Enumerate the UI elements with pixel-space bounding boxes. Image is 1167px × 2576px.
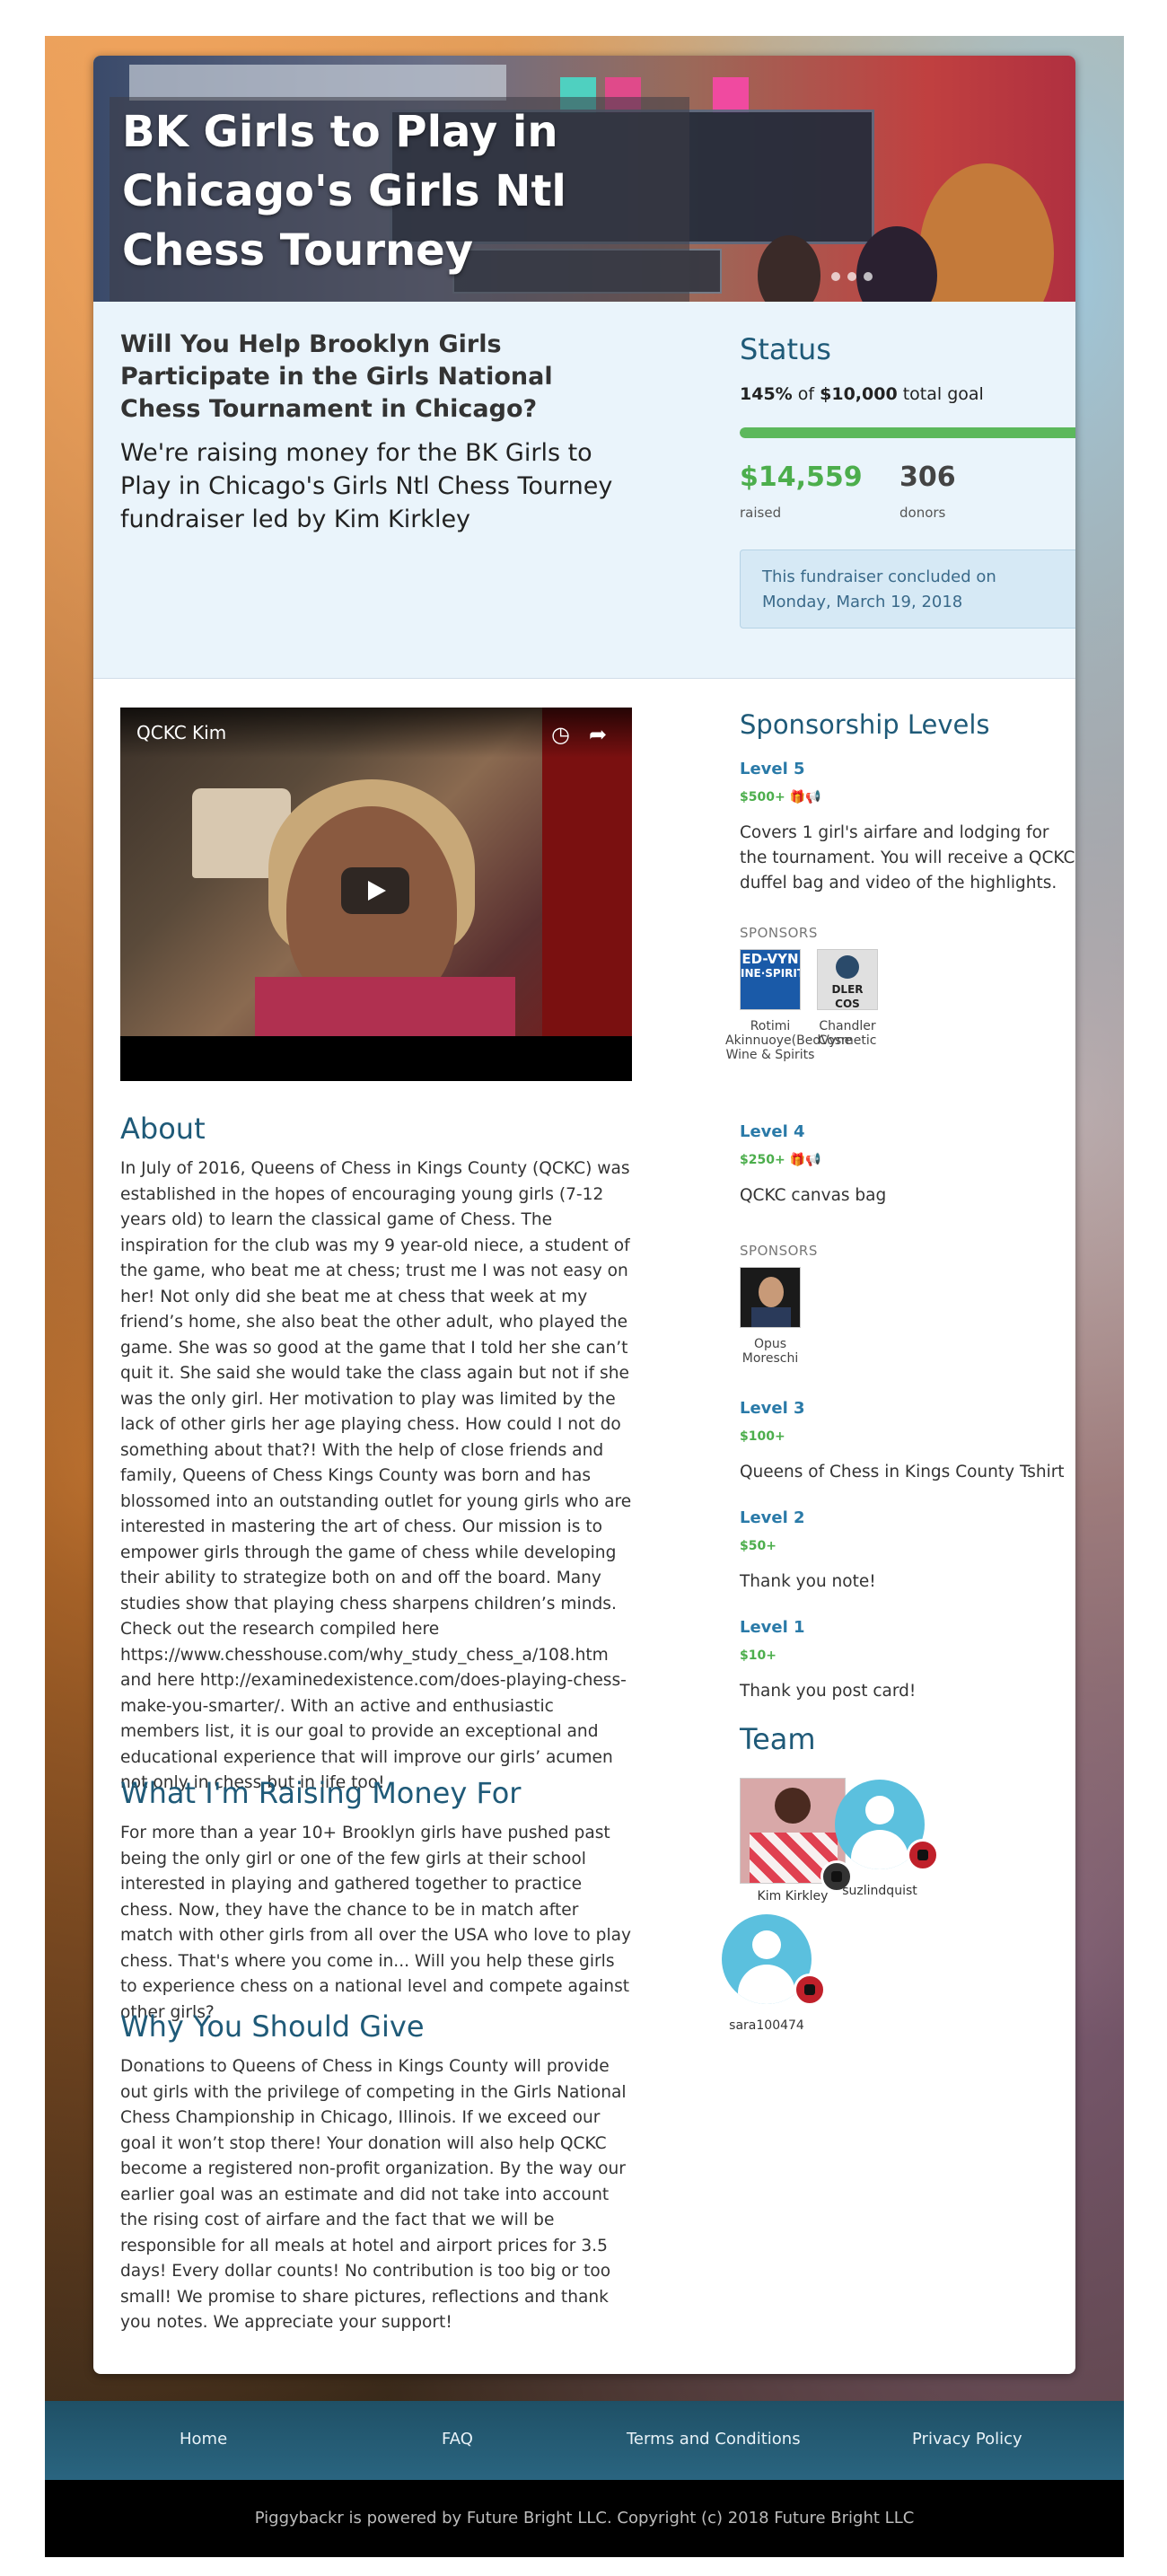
summary-panel: Will You Help Brooklyn Girls Participate… <box>93 302 1075 679</box>
video-player[interactable]: QCKC Kim ◷ ➦ <box>120 708 632 1081</box>
level-3-description: Queens of Chess in Kings County Tshirt <box>740 1463 1065 1481</box>
level-3-name: Level 3 <box>740 1399 805 1418</box>
level-5-name: Level 5 <box>740 760 805 778</box>
footer-link-terms[interactable]: Terms and Conditions <box>627 2430 801 2449</box>
sponsor-logo: ED-VYN INE·SPIRIT <box>740 949 801 1010</box>
sponsor-name: Opus Moreschi <box>741 1337 799 1366</box>
level-2-price: $50+ <box>740 1539 777 1553</box>
level-2-description: Thank you note! <box>740 1572 876 1591</box>
goal-progress-bar <box>740 427 1075 438</box>
goal-suffix: total goal <box>902 384 984 404</box>
play-button[interactable] <box>341 867 409 914</box>
sponsor-name: Rotimi Akinnuoye(BedVyne Wine & Spirits <box>725 1019 853 1062</box>
footer-link-privacy[interactable]: Privacy Policy <box>912 2430 1022 2449</box>
raised-amount: $14,559 <box>740 462 863 493</box>
raising-text: For more than a year 10+ Brooklyn girls … <box>120 1824 632 2022</box>
clock-icon[interactable]: ◷ <box>551 722 570 747</box>
level-5-sponsors-label: SPONSORS <box>740 925 818 941</box>
why-heading: Why You Should Give <box>120 2009 425 2044</box>
hero-banner: BK Girls to Play in Chicago's Girls Ntl … <box>93 56 1075 302</box>
share-icon[interactable]: ➦ <box>589 722 607 747</box>
team-heading: Team <box>740 1722 816 1756</box>
sponsor-logo-text: DLER COS <box>831 983 864 1010</box>
hero-photo-person <box>758 235 820 302</box>
gift-icon: 🎁 <box>789 790 806 804</box>
team-member-kim[interactable]: Kim Kirkley <box>740 1778 853 1903</box>
chandler-logo-mark <box>836 955 859 979</box>
goal-amount: $10,000 <box>820 384 898 404</box>
sponsor-bedvyne[interactable]: ED-VYN INE·SPIRIT Rotimi Akinnuoye(BedVy… <box>725 949 853 1062</box>
sponsor-avatar <box>740 1267 801 1328</box>
hero-photo-person <box>919 163 1054 302</box>
campaign-description: We're raising money for the BK Girls to … <box>120 439 613 533</box>
sponsor-avatar-face <box>759 1277 784 1307</box>
video-title[interactable]: QCKC Kim <box>136 722 226 743</box>
raising-heading: What I'm Raising Money For <box>120 1776 522 1810</box>
team-member-name: sara100474 <box>729 2018 804 2033</box>
megaphone-icon: 📢 <box>805 790 821 804</box>
team-member-suzlindquist[interactable]: suzlindquist <box>835 1780 939 1898</box>
sponsor-chandler[interactable]: DLER COS Chandler Cosmetic <box>803 949 892 1048</box>
level-1-price: $10+ <box>740 1648 777 1663</box>
campaign-title: BK Girls to Play in Chicago's Girls Ntl … <box>122 107 566 276</box>
goal-progress-fill <box>740 427 1075 438</box>
team-member-sara100474[interactable]: sara100474 <box>722 1914 826 2033</box>
gift-icon: 🎁 <box>789 1153 806 1167</box>
footer-nav: Home FAQ Terms and Conditions Privacy Po… <box>45 2401 1124 2480</box>
hero-photo-detail <box>713 77 749 113</box>
sponsorship-heading: Sponsorship Levels <box>740 709 990 740</box>
donors-count: 306 <box>899 462 956 493</box>
about-text: In July of 2016, Queens of Chess in King… <box>120 1159 632 1792</box>
goal-percent: 145% <box>740 384 793 404</box>
sponsor-name: Chandler Cosmetic <box>818 1019 877 1048</box>
sponsor-avatar-body <box>751 1307 791 1327</box>
goal-summary: 145% of $10,000 total goal <box>740 384 984 404</box>
video-scene-shirt <box>255 977 515 1036</box>
level-1-description: Thank you post card! <box>740 1682 917 1701</box>
sponsor-opus[interactable]: Opus Moreschi <box>725 1267 815 1366</box>
level-1-name: Level 1 <box>740 1618 805 1637</box>
footer-link-faq[interactable]: FAQ <box>442 2430 473 2449</box>
about-heading: About <box>120 1112 206 1146</box>
level-5-price-row: $500+ 🎁📢 <box>740 790 820 804</box>
sponsor-logo-text: INE·SPIRIT <box>741 967 801 980</box>
megaphone-icon: 📢 <box>805 1153 821 1167</box>
team-avatar-head <box>775 1788 811 1824</box>
level-4-name: Level 4 <box>740 1122 805 1141</box>
why-text: Donations to Queens of Chess in Kings Co… <box>120 2057 627 2332</box>
campaign-question: Will You Help Brooklyn Girls Participate… <box>120 330 553 423</box>
raised-label: raised <box>740 505 782 521</box>
carousel-dots[interactable] <box>831 268 880 285</box>
level-4-sponsors-label: SPONSORS <box>740 1243 818 1259</box>
footer-link-home[interactable]: Home <box>180 2430 227 2449</box>
campaign-card: BK Girls to Play in Chicago's Girls Ntl … <box>93 56 1075 2374</box>
level-2-name: Level 2 <box>740 1508 805 1527</box>
member-badge-icon <box>907 1839 939 1871</box>
level-4-price: $250+ <box>740 1153 785 1167</box>
donors-label: donors <box>899 505 946 521</box>
level-4-price-row: $250+ 🎁📢 <box>740 1153 820 1167</box>
level-5-description: Covers 1 girl's airfare and lodging for … <box>740 823 1075 892</box>
level-5-price: $500+ <box>740 790 785 804</box>
footer-copyright: Piggybackr is powered by Future Bright L… <box>45 2480 1124 2557</box>
hero-photo-sign <box>129 65 506 101</box>
level-3-price: $100+ <box>740 1429 785 1444</box>
concluded-notice: This fundraiser concluded on Monday, Mar… <box>740 549 1075 629</box>
level-4-description: QCKC canvas bag <box>740 1186 887 1205</box>
sponsor-logo-text: ED-VYN <box>741 951 799 967</box>
sponsor-logo: DLER COS <box>817 949 878 1010</box>
status-heading: Status <box>740 332 831 366</box>
member-badge-icon <box>794 1974 826 2006</box>
goal-of: of <box>797 384 815 404</box>
team-member-name: suzlindquist <box>842 1884 917 1898</box>
